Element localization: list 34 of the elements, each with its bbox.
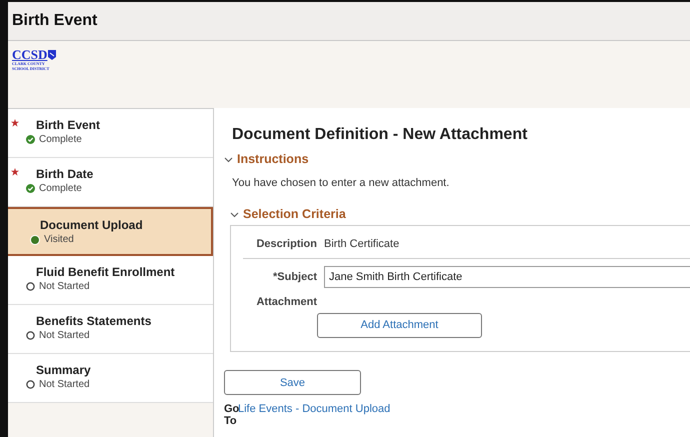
section-title[interactable]: Selection Criteria — [243, 207, 346, 221]
step-item[interactable]: Birth Date Complete — [8, 158, 213, 207]
step-status: Not Started — [39, 330, 90, 341]
window-title: Birth Event — [12, 12, 98, 30]
section-title[interactable]: Instructions — [237, 152, 309, 166]
page-heading: Document Definition - New Attachment — [232, 126, 528, 144]
step-title: Birth Date — [36, 167, 94, 181]
chevron-down-icon[interactable] — [230, 210, 239, 218]
step-title: Summary — [36, 363, 92, 377]
field-value: Birth Certificate — [324, 238, 400, 250]
step-status: Not Started — [39, 281, 90, 292]
step-title: Document Upload — [40, 218, 144, 232]
subject-field[interactable]: Jane Smith Birth Certificate — [324, 266, 690, 288]
document-upload-link[interactable]: Life Events - Document Upload — [238, 403, 390, 415]
instructions-text: You have chosen to enter a new attachment. — [232, 177, 450, 189]
step-item[interactable]: Birth Event Complete — [8, 109, 213, 158]
step-title: Birth Event — [36, 118, 102, 132]
save-button[interactable]: Save — [224, 370, 361, 395]
add-attachment-button[interactable]: Add Attachment — [317, 312, 482, 338]
go-to-label: To — [224, 415, 236, 427]
step-item[interactable]: Fluid Benefit Enrollment Not Started — [8, 256, 213, 305]
field-label: *Subject — [272, 271, 318, 283]
chevron-down-icon[interactable] — [224, 154, 233, 164]
step-title: Fluid Benefit Enrollment — [36, 265, 176, 279]
field-label: Description — [255, 238, 318, 250]
step-item[interactable]: Summary Not Started — [8, 354, 213, 403]
step-status: Complete — [39, 134, 82, 145]
step-item[interactable]: Document Upload Visited — [8, 207, 213, 256]
step-title: Benefits Statements — [36, 314, 152, 328]
step-status: Complete — [39, 183, 82, 194]
step-status: Visited — [44, 234, 74, 245]
step-item[interactable]: Benefits Statements Not Started — [8, 305, 213, 354]
field-label: Attachment — [255, 296, 318, 308]
step-status: Not Started — [39, 379, 90, 390]
